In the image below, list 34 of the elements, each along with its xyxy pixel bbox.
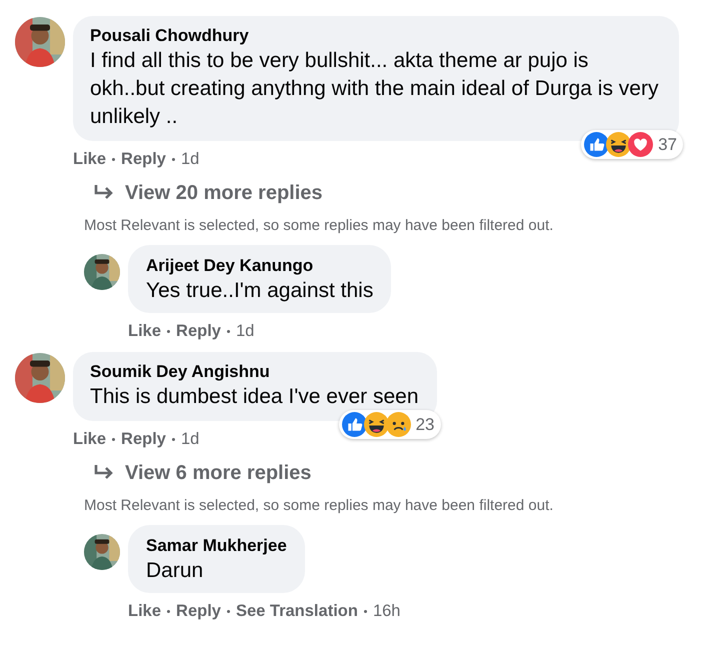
author-name[interactable]: Samar Mukherjee — [146, 535, 287, 557]
author-name[interactable]: Arijeet Dey Kanungo — [146, 255, 314, 277]
comment-text: This is dumbest idea I've ever seen — [90, 384, 419, 410]
filter-note: Most Relevant is selected, so some replies may have been filtered out. — [84, 496, 554, 516]
author-name[interactable]: Pousali Chowdhury — [90, 25, 249, 47]
timestamp: 16h — [372, 601, 400, 622]
reply-link[interactable]: Reply — [121, 148, 166, 170]
comment-text: Darun — [146, 558, 204, 584]
reaction-badge[interactable]: 37 — [581, 130, 683, 159]
like-link[interactable]: Like — [73, 428, 106, 450]
thumbs-up-icon — [342, 412, 367, 437]
laughing-face-icon — [606, 132, 632, 157]
timestamp: 1d — [180, 429, 200, 450]
comment-text: I find all this to be very bullshit... akta theme ar pujo is okh..but creating anythng with the main ideal of Durga is very unlikely .. — [90, 48, 660, 130]
thumbs-up-icon — [584, 132, 610, 157]
crying-face-icon — [386, 412, 411, 437]
filter-note: Most Relevant is selected, so some replies may have been filtered out. — [84, 216, 554, 236]
view-replies-link[interactable]: View 20 more replies — [93, 180, 323, 206]
laughing-face-icon — [364, 412, 389, 437]
like-link[interactable]: Like — [128, 600, 162, 622]
like-link[interactable]: Like — [73, 148, 106, 170]
reply-link[interactable]: Reply — [121, 428, 166, 450]
reaction-count: 23 — [416, 414, 435, 436]
reaction-count: 37 — [658, 134, 677, 156]
reaction-badge[interactable]: 23 — [338, 410, 441, 439]
timestamp: 1d — [236, 321, 254, 342]
reply-link[interactable]: Reply — [176, 600, 221, 622]
author-name[interactable]: Soumik Dey Angishnu — [90, 361, 270, 383]
timestamp: 1d — [180, 149, 200, 170]
translation-link[interactable]: See Translation — [236, 600, 358, 622]
like-link[interactable]: Like — [128, 320, 162, 342]
reply-link[interactable]: Reply — [176, 320, 221, 342]
view-replies-link[interactable]: View 6 more replies — [93, 460, 312, 486]
comment-text: Yes true..I'm against this — [146, 278, 374, 304]
